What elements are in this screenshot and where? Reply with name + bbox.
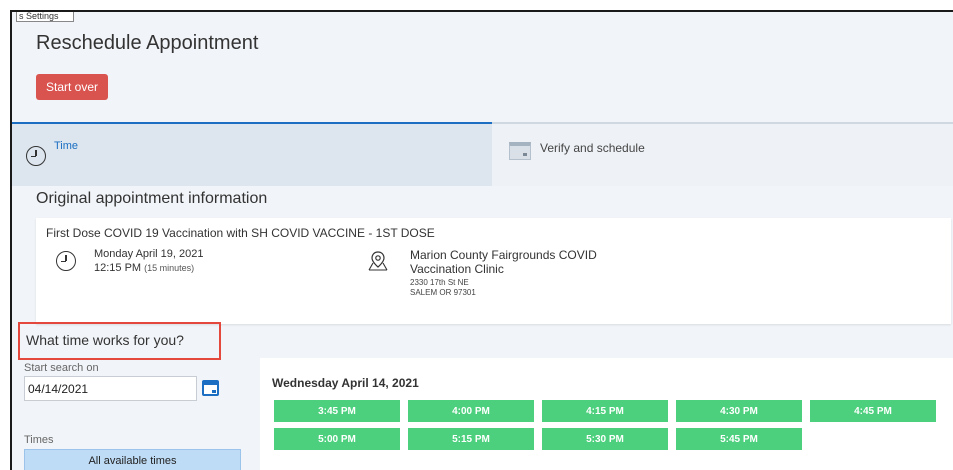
time-slot-button[interactable]: 5:15 PM (408, 428, 534, 450)
time-slot-button[interactable]: 5:30 PM (542, 428, 668, 450)
app-frame: s Settings Reschedule Appointment Start … (10, 10, 953, 470)
what-time-heading: What time works for you? (26, 332, 184, 348)
start-date-input[interactable] (24, 376, 197, 401)
start-search-label: Start search on (24, 362, 99, 374)
page-title: Reschedule Appointment (36, 32, 259, 54)
map-pin-icon (368, 251, 388, 271)
time-slot-button[interactable]: 4:15 PM (542, 400, 668, 422)
time-slot-button[interactable]: 4:30 PM (676, 400, 802, 422)
appointment-time-value: 12:15 PM (94, 262, 142, 274)
step-verify-label: Verify and schedule (540, 141, 645, 155)
address-line-1: 2330 17th St NE (410, 278, 469, 287)
time-slot-button[interactable]: 5:45 PM (676, 428, 802, 450)
step-verify-and-schedule[interactable]: Verify and schedule (492, 122, 953, 186)
clock-icon (56, 251, 76, 271)
time-slot-button[interactable]: 3:45 PM (274, 400, 400, 422)
calendar-icon (509, 142, 531, 160)
progress-steps: Time Verify and schedule (12, 122, 953, 186)
step-time-label: Time (54, 140, 79, 152)
time-slot-button[interactable]: 4:45 PM (810, 400, 936, 422)
original-appointment-heading: Original appointment information (36, 190, 268, 207)
settings-tab[interactable]: s Settings (16, 12, 74, 22)
time-slot-button[interactable]: 5:00 PM (274, 428, 400, 450)
calendar-icon[interactable] (202, 380, 219, 396)
appointment-date: Monday April 19, 2021 (94, 248, 204, 260)
location-name: Marion County Fairgrounds COVID Vaccinat… (410, 248, 597, 276)
time-slot-button[interactable]: 4:00 PM (408, 400, 534, 422)
times-label: Times (24, 434, 54, 446)
appointment-time: 12:15 PM (15 minutes) (94, 262, 194, 274)
clock-icon (26, 146, 46, 166)
step-time[interactable]: Time (12, 122, 492, 186)
original-appointment-card: First Dose COVID 19 Vaccination with SH … (36, 218, 951, 324)
time-slots-panel: Wednesday April 14, 2021 3:45 PM 4:00 PM… (260, 358, 953, 470)
start-over-button[interactable]: Start over (36, 74, 108, 100)
slots-date-heading: Wednesday April 14, 2021 (272, 376, 419, 390)
appointment-title: First Dose COVID 19 Vaccination with SH … (46, 226, 435, 240)
times-option-all[interactable]: All available times (24, 449, 241, 470)
address-line-2: SALEM OR 97301 (410, 288, 476, 297)
appointment-duration: (15 minutes) (144, 263, 195, 273)
